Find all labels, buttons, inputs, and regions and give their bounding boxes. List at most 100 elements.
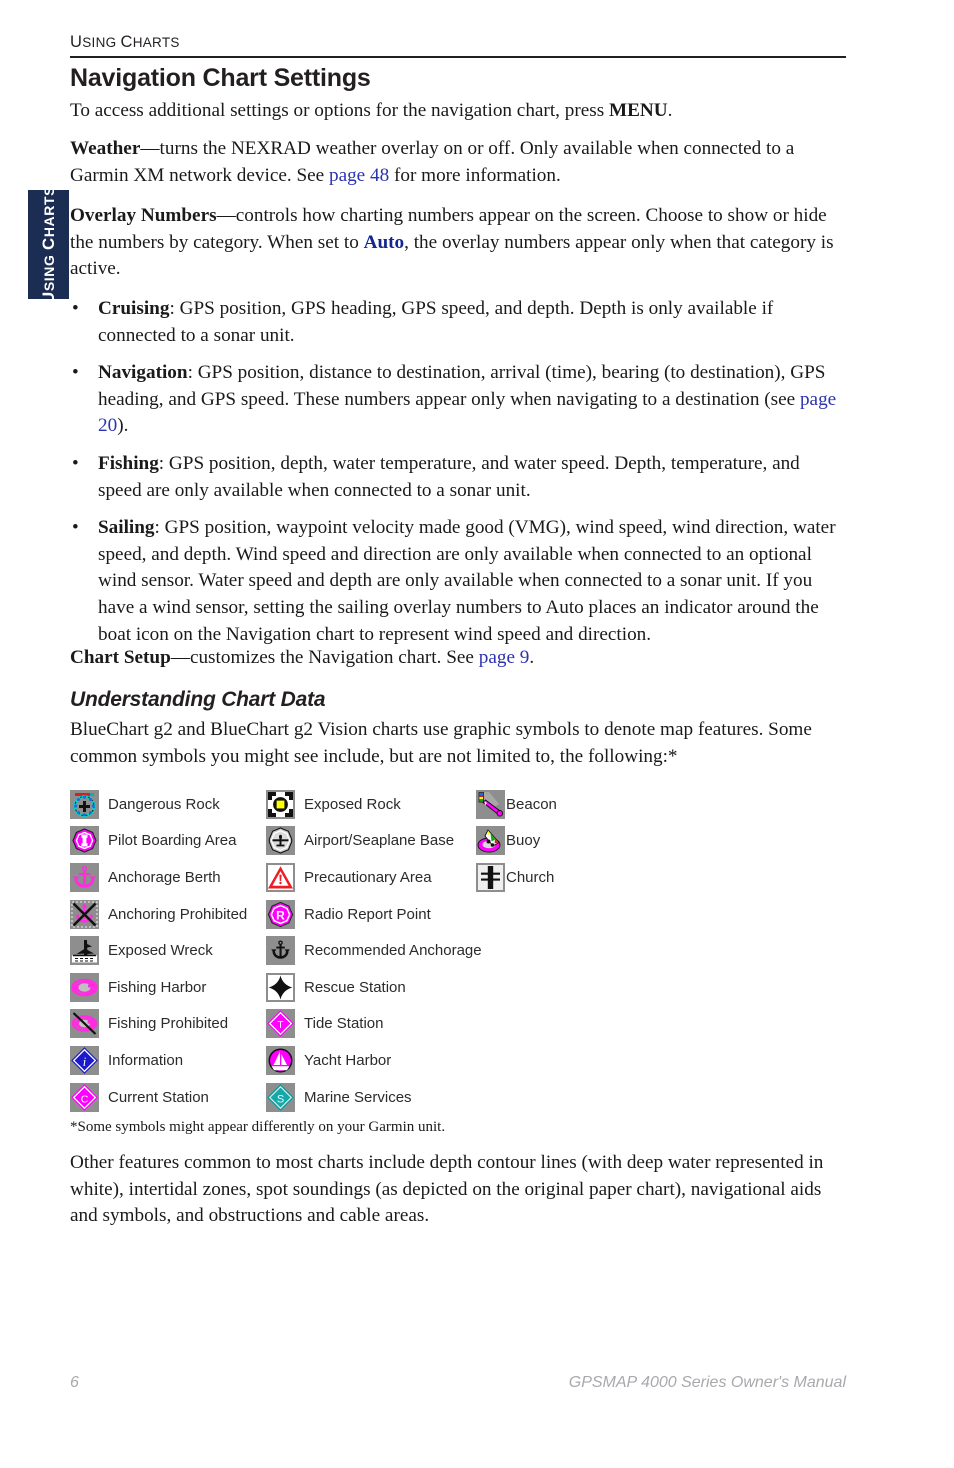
overlay-category-list: • Cruising: GPS position, GPS heading, G… [70, 296, 848, 648]
page-title: Navigation Chart Settings [70, 64, 371, 92]
subsection-title: Understanding Chart Data [70, 688, 326, 711]
side-tab-using-charts: USING CHARTS [28, 185, 69, 304]
legend-label: Beacon [506, 795, 557, 813]
legend-item: Exposed Rock [266, 786, 474, 823]
bullet-text-cruising: : GPS position, GPS heading, GPS speed, … [98, 298, 774, 346]
legend-label: Buoy [506, 832, 541, 850]
legend-label: Anchorage Berth [108, 868, 221, 886]
link-page-48[interactable]: page 48 [329, 165, 389, 186]
bullet-text-fishing: : GPS position, depth, water temperature… [98, 452, 800, 501]
legend-item: Dangerous Rock [70, 786, 270, 823]
chart-setup-term: Chart Setup [70, 647, 171, 668]
list-item: • Fishing: GPS position, depth, water te… [70, 451, 848, 504]
side-tab-label: USING CHARTS [38, 185, 58, 304]
legend-item: Fishing Harbor [70, 969, 270, 1006]
legend-label: Tide Station [304, 1015, 384, 1033]
legend-label: Recommended Anchorage [304, 942, 482, 960]
precautionary-area-icon [266, 862, 295, 892]
chart-setup-paragraph: Chart Setup—customizes the Navigation ch… [70, 645, 848, 672]
marine-services-icon: S [266, 1082, 295, 1112]
manual-page: Using Charts USING CHARTS USING CHARTS N… [0, 0, 954, 1468]
church-icon [476, 862, 505, 892]
list-item: • Sailing: GPS position, waypoint veloci… [70, 515, 848, 648]
menu-keyword: MENU [608, 100, 668, 121]
running-head-display: USING CHARTS [70, 33, 180, 51]
legend-label: Information [108, 1051, 184, 1069]
bullet-marker: • [72, 298, 79, 319]
understanding-paragraph: BlueChart g2 and BlueChart g2 Vision cha… [70, 719, 812, 767]
legend-item: R Radio Report Point [266, 896, 474, 933]
legend-item: Beacon [476, 786, 676, 823]
footer-manual-title: GPSMAP 4000 Series Owner's Manual [568, 1374, 846, 1391]
weather-paragraph: Weather—turns the NEXRAD weather overlay… [70, 136, 848, 189]
legend-item: Anchoring Prohibited [70, 896, 270, 933]
bullet-marker: • [72, 517, 79, 539]
legend-label: Radio Report Point [304, 905, 431, 923]
anchorage-berth-icon [70, 862, 99, 892]
legend-item: Airport/Seaplane Base [266, 823, 474, 860]
legend-label: Current Station [108, 1088, 209, 1106]
auto-keyword: Auto [363, 231, 405, 253]
legend-label: Yacht Harbor [304, 1051, 392, 1069]
legend-column-3: Beacon Buoy Church [476, 786, 676, 896]
list-item: • Cruising: GPS position, GPS heading, G… [70, 296, 848, 349]
intro-paragraph: To access additional settings or options… [70, 98, 848, 125]
tide-station-icon: T [266, 1009, 295, 1039]
rescue-station-icon [266, 972, 295, 1002]
weather-text-2: for more information. [389, 164, 561, 186]
legend-label: Marine Services [304, 1088, 412, 1106]
legend-label: Fishing Prohibited [108, 1015, 229, 1033]
bullet-marker: • [72, 452, 79, 474]
bullet-term-navigation: Navigation [98, 362, 188, 384]
legend-item: i Information [70, 1042, 270, 1079]
svg-text:C: C [81, 1093, 89, 1105]
information-icon: i [70, 1045, 99, 1075]
fishing-prohibited-icon [70, 1009, 99, 1039]
bullet-term-fishing: Fishing [98, 452, 159, 474]
intro-text: To access additional settings or options… [70, 100, 609, 121]
bullet-term-cruising: Cruising [98, 298, 170, 319]
legend-label: Pilot Boarding Area [108, 832, 237, 850]
anchoring-prohibited-icon [70, 899, 99, 929]
buoy-icon [476, 826, 505, 856]
legend-footnote: *Some symbols might appear differently o… [70, 1119, 446, 1135]
airport-seaplane-base-icon [266, 826, 295, 856]
legend-item: T Tide Station [266, 1006, 474, 1043]
exposed-rock-icon [266, 789, 295, 819]
overlay-term: Overlay Numbers [70, 205, 217, 226]
yacht-harbor-icon [266, 1045, 295, 1075]
bullet-text-sailing: : GPS position, waypoint velocity made g… [98, 517, 836, 645]
svg-text:T: T [277, 1020, 283, 1031]
legend-label: Fishing Harbor [108, 978, 207, 996]
legend-item: Precautionary Area [266, 859, 474, 896]
legend-item: Buoy [476, 823, 676, 860]
fishing-harbor-icon [70, 972, 99, 1002]
legend-item: Anchorage Berth [70, 859, 270, 896]
recommended-anchorage-icon [266, 936, 295, 966]
legend-label: Anchoring Prohibited [108, 905, 248, 923]
legend-item: Yacht Harbor [266, 1042, 474, 1079]
chart-setup-text-1: —customizes the Navigation chart. See [170, 647, 479, 668]
list-item: • Navigation: GPS position, distance to … [70, 360, 848, 440]
svg-text:S: S [277, 1093, 284, 1105]
link-page-9[interactable]: page 9 [479, 647, 530, 668]
legend-column-2: Exposed Rock Airport/Seaplane Base Preca… [266, 786, 482, 1116]
legend-item: C Current Station [70, 1079, 270, 1116]
chart-setup-text-2: . [529, 647, 535, 668]
svg-text:i: i [83, 1055, 87, 1069]
legend-label: Church [506, 868, 555, 886]
weather-term: Weather [70, 138, 141, 159]
chart-symbol-legend: Dangerous Rock Pilot Boarding Area Ancho… [70, 786, 860, 1116]
legend-label: Precautionary Area [304, 868, 432, 886]
bullet-text-navigation-1: : GPS position, distance to destination,… [98, 362, 826, 410]
intro-text-end: . [667, 100, 673, 121]
legend-item: Rescue Station [266, 969, 474, 1006]
pilot-boarding-area-icon [70, 826, 99, 856]
legend-item: Pilot Boarding Area [70, 823, 270, 860]
bullet-text-navigation-2: ). [117, 415, 129, 437]
legend-item: Fishing Prohibited [70, 1006, 270, 1043]
svg-text:R: R [276, 908, 285, 922]
legend-item: S Marine Services [266, 1079, 474, 1116]
radio-report-point-icon: R [266, 899, 295, 929]
overlay-numbers-paragraph: Overlay Numbers—controls how charting nu… [70, 203, 848, 283]
